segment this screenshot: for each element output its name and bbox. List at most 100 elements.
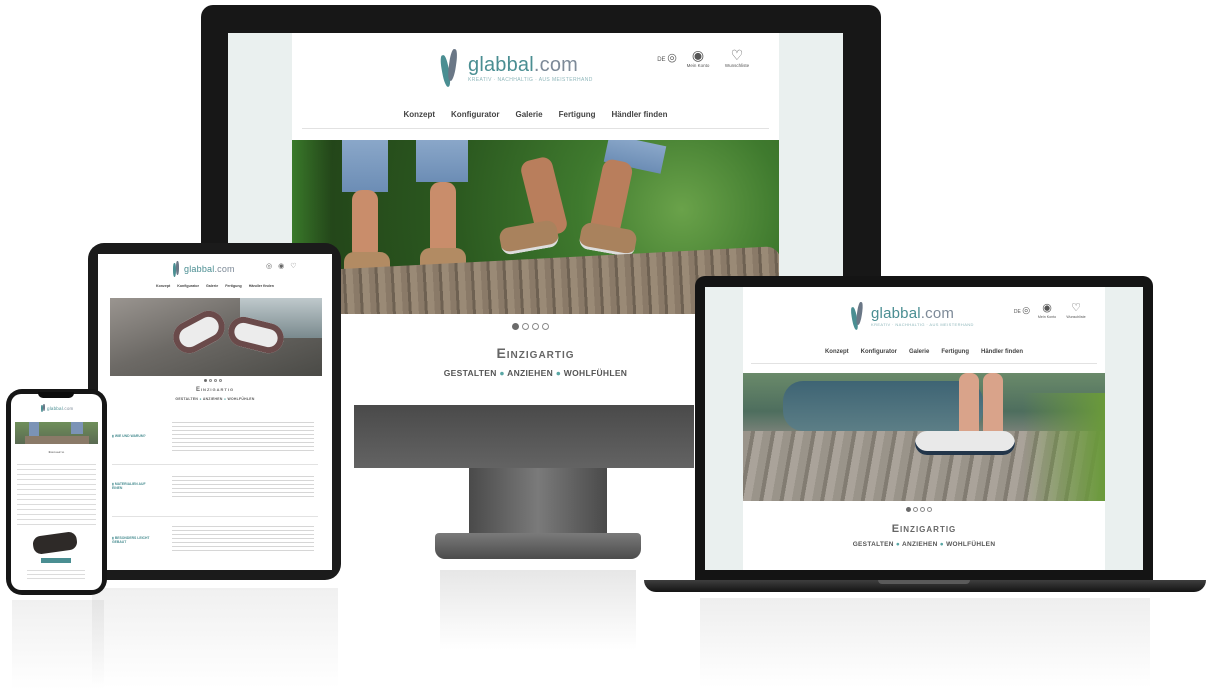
laptop-nav-haendler[interactable]: Händler finden <box>981 349 1023 355</box>
logo-brand: glabbal <box>468 53 534 76</box>
phone-footer-lines <box>27 570 85 580</box>
hero-leg-left <box>352 190 378 260</box>
tablet-nav: Konzept Konfigurator Galerie Fertigung H… <box>98 284 332 288</box>
tablet-nav-konfigurator[interactable]: Konfigurator <box>177 284 199 288</box>
heart-icon: ♡ <box>730 47 744 63</box>
hero-dot-2[interactable] <box>522 323 529 330</box>
monitor-base-reflection <box>440 570 636 650</box>
tablet-nav-konzept[interactable]: Konzept <box>156 284 170 288</box>
tablet-section-2: ▮ MATERIALIEN AUF EINEN <box>112 470 318 514</box>
nav-konfigurator[interactable]: Konfigurator <box>451 110 499 119</box>
laptop-nav: Konzept Konfigurator Galerie Fertigung H… <box>743 349 1105 355</box>
hero-dot-3[interactable] <box>532 323 539 330</box>
tablet-section-2-text <box>172 476 314 500</box>
laptop-hero-grass <box>1023 393 1105 501</box>
laptop-hero-water <box>783 381 983 431</box>
desktop-nav: Konzept Konfigurator Galerie Fertigung H… <box>292 110 779 119</box>
tablet-divider-1 <box>112 464 318 465</box>
hero-dot-4[interactable] <box>542 323 549 330</box>
hero-jeans-right <box>416 140 468 182</box>
nav-fertigung[interactable]: Fertigung <box>559 110 596 119</box>
laptop-hero-dots[interactable] <box>906 507 932 512</box>
laptop-logo-tld: .com <box>920 305 955 322</box>
wishlist-label: Wunschliste <box>724 63 750 68</box>
desktop-logo[interactable]: glabbal.com KREATIV · NACHHALTIG · AUS M… <box>439 47 593 89</box>
phone-logo[interactable]: glabbal.com <box>41 404 73 412</box>
laptop-slogan-title: Einzigartig <box>891 523 957 535</box>
phone-notch <box>38 392 74 398</box>
laptop-logo-brand: glabbal <box>871 305 921 322</box>
hero-sandal-4 <box>578 221 638 258</box>
slogan-anziehen: ANZIEHEN <box>507 368 554 378</box>
nav-konzept[interactable]: Konzept <box>403 110 435 119</box>
tablet-nav-galerie[interactable]: Galerie <box>206 284 218 288</box>
tablet-section-1: ▮ WIE UND WARUM? <box>112 416 318 460</box>
phone-slogan-title: Einzigartig <box>48 450 65 454</box>
laptop-nav-konfigurator[interactable]: Konfigurator <box>861 349 897 355</box>
laptop-globe-icon: ◎ <box>1022 305 1031 315</box>
tablet-section-1-label: ▮ WIE UND WARUM? <box>112 434 146 438</box>
slogan-gestalten: GESTALTEN <box>443 368 497 378</box>
desktop-hero-dots[interactable] <box>512 323 549 330</box>
laptop-hero-image <box>743 373 1105 501</box>
tablet-logo-tld: .com <box>214 264 235 274</box>
laptop-screen: glabbal.com KREATIV · NACHHALTIG · AUS M… <box>705 287 1143 570</box>
account-button[interactable]: ◉ Mein Konto <box>681 47 715 68</box>
slogan-wohlfuehlen: WOHLFÜHLEN <box>563 368 628 378</box>
laptop-reflection <box>700 598 1150 688</box>
logo-mark-icon <box>439 47 460 89</box>
phone-screen: glabbal.com Einzigartig <box>11 394 102 590</box>
tablet-header-icons[interactable]: ◎◉♡ <box>266 262 303 270</box>
hero-dot-1[interactable] <box>512 323 519 330</box>
tablet-section-1-text <box>172 422 314 454</box>
tablet-hero-dots[interactable] <box>204 379 222 382</box>
phone-product-image <box>31 531 79 555</box>
phone-content-lines <box>17 464 96 528</box>
language-label: DE <box>657 57 666 63</box>
laptop-nav-galerie[interactable]: Galerie <box>909 349 929 355</box>
tablet-section-3-text <box>172 526 314 554</box>
tablet-slogan-sub: GESTALTEN ● ANZIEHEN ● WOHLFÜHLEN <box>175 397 255 401</box>
laptop-slogan-sub: GESTALTEN ● ANZIEHEN ● WOHLFÜHLEN <box>852 541 996 548</box>
tablet-logo[interactable]: glabbal.com <box>172 260 235 278</box>
nav-galerie[interactable]: Galerie <box>515 110 542 119</box>
phone-hero-image <box>15 422 98 444</box>
tablet-nav-fertigung[interactable]: Fertigung <box>225 284 242 288</box>
hero-jeans-left <box>342 140 388 192</box>
hero-sandal-3 <box>498 219 560 256</box>
wishlist-button[interactable]: ♡ Wunschliste <box>718 47 756 68</box>
phone-reflection <box>12 600 104 690</box>
laptop-language-switch[interactable]: DE ◎ <box>1011 305 1033 316</box>
laptop-logo-mark-icon <box>850 301 865 331</box>
laptop-hero-sandal <box>915 431 1015 455</box>
laptop-nav-fertigung[interactable]: Fertigung <box>941 349 969 355</box>
logo-tld: .com <box>533 53 579 76</box>
monitor-neck <box>469 468 607 538</box>
nav-haendler[interactable]: Händler finden <box>612 110 668 119</box>
laptop-wishlist-button[interactable]: ♡ Wunschliste <box>1061 302 1091 319</box>
laptop-logo[interactable]: glabbal.com KREATIV · NACHHALTIG · AUS M… <box>850 301 974 331</box>
laptop-heart-icon: ♡ <box>1071 302 1081 314</box>
tablet-section-3-label: ▮ BESONDERS LEICHT GEBAUT <box>112 536 150 544</box>
language-switch[interactable]: DE ◎ <box>654 51 680 64</box>
tablet-slogan-title: Einzigartig <box>195 387 235 393</box>
laptop-account-button[interactable]: ◉ Mein Konto <box>1033 302 1061 319</box>
tablet-section-3: ▮ BESONDERS LEICHT GEBAUT <box>112 522 318 566</box>
tablet-logo-mark-icon <box>172 260 181 278</box>
nav-divider <box>302 128 769 129</box>
tablet-logo-brand: glabbal <box>184 264 215 274</box>
laptop-base-notch <box>878 580 970 584</box>
tablet-divider-2 <box>112 516 318 517</box>
globe-icon: ◎ <box>667 52 677 64</box>
monitor-chin <box>354 405 694 468</box>
monitor-base <box>435 533 641 559</box>
tablet-nav-haendler[interactable]: Händler finden <box>249 284 274 288</box>
phone-logo-tld: .com <box>62 405 74 411</box>
laptop-nav-konzept[interactable]: Konzept <box>825 349 849 355</box>
phone-logo-brand: glabbal <box>47 405 63 411</box>
phone-cta-button[interactable] <box>41 558 71 563</box>
tablet-hero-image <box>110 298 322 376</box>
laptop-logo-tagline: KREATIV · NACHHALTIG · AUS MEISTERHAND <box>871 322 974 327</box>
tablet-screen: glabbal.com ◎◉♡ Konzept Konfigurator Gal… <box>98 254 332 570</box>
account-label: Mein Konto <box>686 63 710 68</box>
